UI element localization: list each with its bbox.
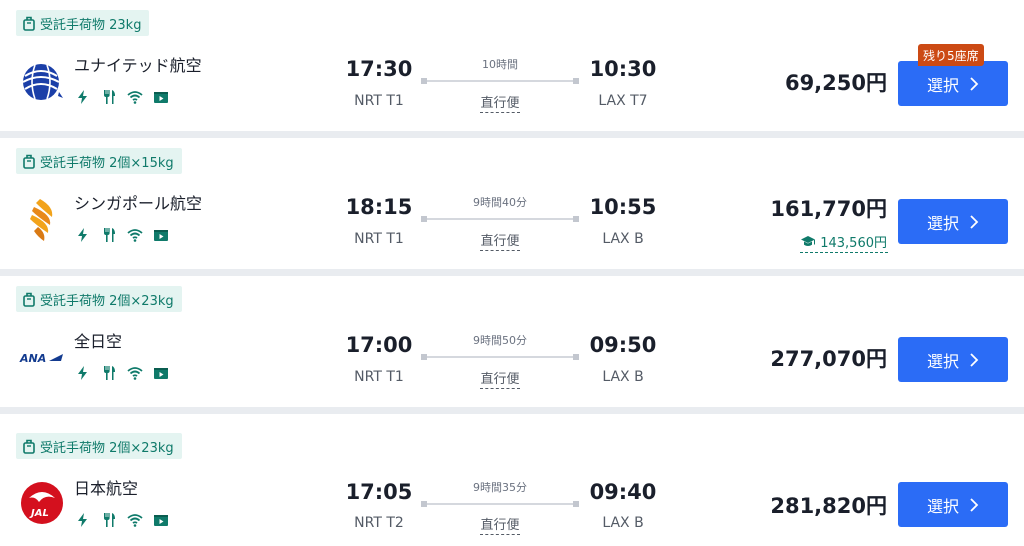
arrival-time: 09:50 xyxy=(589,333,657,357)
power-icon xyxy=(74,226,91,243)
price: 69,250円 xyxy=(784,71,887,95)
stops-info[interactable]: 直行便 xyxy=(460,368,540,389)
airline-name: 日本航空 xyxy=(74,479,139,498)
flight-duration: 10時間 xyxy=(482,58,518,71)
meal-icon xyxy=(100,88,117,105)
meal-icon xyxy=(100,511,117,528)
chevron-right-icon xyxy=(970,214,979,229)
select-label: 選択 xyxy=(926,75,959,95)
amenities xyxy=(74,364,169,381)
united-globe-icon xyxy=(18,58,66,106)
arrival-time: 10:30 xyxy=(589,57,657,81)
stops-info[interactable]: 直行便 xyxy=(460,92,540,113)
baggage-tag: 受託手荷物 2個×23kg xyxy=(16,433,182,459)
route-line xyxy=(421,78,579,84)
amenities xyxy=(74,226,169,243)
wifi-icon xyxy=(126,511,143,528)
amenities xyxy=(74,88,169,105)
baggage-label: 受託手荷物 23kg xyxy=(40,17,142,33)
flight-card[interactable]: 受託手荷物 2個×23kg ANA 全日空 17:00 NRT T1 9時間50… xyxy=(0,276,1024,407)
power-icon xyxy=(74,511,91,528)
select-button[interactable]: 選択 xyxy=(898,337,1008,382)
seats-left-badge: 残り5座席 xyxy=(918,44,984,66)
suitcase-icon xyxy=(23,292,35,307)
meal-icon xyxy=(100,364,117,381)
airline-name: ユナイテッド航空 xyxy=(74,56,202,75)
arrival-airport: LAX T7 xyxy=(598,93,648,109)
departure-time: 17:30 xyxy=(345,57,413,81)
student-price[interactable]: 143,560円 xyxy=(800,232,888,253)
chevron-right-icon xyxy=(970,497,979,512)
departure-airport: NRT T1 xyxy=(354,369,404,385)
entertainment-icon xyxy=(152,364,169,381)
price: 281,820円 xyxy=(770,494,887,518)
price: 277,070円 xyxy=(770,347,887,371)
chevron-right-icon xyxy=(970,352,979,367)
departure-airport: NRT T2 xyxy=(354,515,404,531)
select-label: 選択 xyxy=(926,496,959,516)
arrival-time: 09:40 xyxy=(589,480,657,504)
baggage-label: 受託手荷物 2個×15kg xyxy=(40,155,174,171)
entertainment-icon xyxy=(152,226,169,243)
arrival-airport: LAX B xyxy=(602,369,644,385)
select-label: 選択 xyxy=(926,351,959,371)
price: 161,770円 xyxy=(770,197,887,221)
stops-info[interactable]: 直行便 xyxy=(460,230,540,251)
baggage-tag: 受託手荷物 2個×15kg xyxy=(16,148,182,174)
wifi-icon xyxy=(126,364,143,381)
route-line xyxy=(421,354,579,360)
airline-name: 全日空 xyxy=(74,332,123,351)
suitcase-icon xyxy=(23,154,35,169)
graduation-cap-icon xyxy=(801,236,816,246)
wifi-icon xyxy=(126,226,143,243)
arrival-time: 10:55 xyxy=(589,195,657,219)
baggage-tag: 受託手荷物 2個×23kg xyxy=(16,286,182,312)
arrival-airport: LAX B xyxy=(602,515,644,531)
select-button[interactable]: 選択 xyxy=(898,61,1008,106)
suitcase-icon xyxy=(23,439,35,454)
flight-card[interactable]: 受託手荷物 2個×23kg JAL 日本航空 17:05 NRT T2 9時間3… xyxy=(0,414,1024,546)
departure-time: 18:15 xyxy=(345,195,413,219)
stops-info[interactable]: 直行便 xyxy=(460,514,540,535)
flight-card[interactable]: 受託手荷物 2個×15kg シンガポール航空 18:15 NRT T1 9時間4… xyxy=(0,138,1024,269)
departure-airport: NRT T1 xyxy=(354,231,404,247)
ana-logo-icon: ANA xyxy=(18,334,66,382)
flight-card[interactable]: 受託手荷物 23kg ユナイテッド航空 17:30 NRT T1 10時間 直行… xyxy=(0,0,1024,131)
departure-time: 17:00 xyxy=(345,333,413,357)
departure-time: 17:05 xyxy=(345,480,413,504)
singapore-bird-icon xyxy=(18,196,66,244)
chevron-right-icon xyxy=(970,76,979,91)
route-line xyxy=(421,216,579,222)
select-button[interactable]: 選択 xyxy=(898,482,1008,527)
svg-text:JAL: JAL xyxy=(29,508,49,519)
baggage-label: 受託手荷物 2個×23kg xyxy=(40,440,174,456)
jal-crane-icon: JAL xyxy=(18,479,66,527)
arrival-airport: LAX B xyxy=(602,231,644,247)
student-price-value: 143,560円 xyxy=(820,236,887,251)
entertainment-icon xyxy=(152,511,169,528)
power-icon xyxy=(74,88,91,105)
entertainment-icon xyxy=(152,88,169,105)
flight-duration: 9時間40分 xyxy=(473,196,527,209)
select-button[interactable]: 選択 xyxy=(898,199,1008,244)
flight-duration: 9時間50分 xyxy=(473,334,527,347)
select-label: 選択 xyxy=(926,213,959,233)
baggage-tag: 受託手荷物 23kg xyxy=(16,10,150,36)
departure-airport: NRT T1 xyxy=(354,93,404,109)
airline-name: シンガポール航空 xyxy=(74,194,203,213)
amenities xyxy=(74,511,169,528)
suitcase-icon xyxy=(23,16,35,31)
power-icon xyxy=(74,364,91,381)
svg-text:ANA: ANA xyxy=(19,352,46,365)
baggage-label: 受託手荷物 2個×23kg xyxy=(40,293,174,309)
route-line xyxy=(421,501,579,507)
meal-icon xyxy=(100,226,117,243)
wifi-icon xyxy=(126,88,143,105)
flight-duration: 9時間35分 xyxy=(473,481,527,494)
